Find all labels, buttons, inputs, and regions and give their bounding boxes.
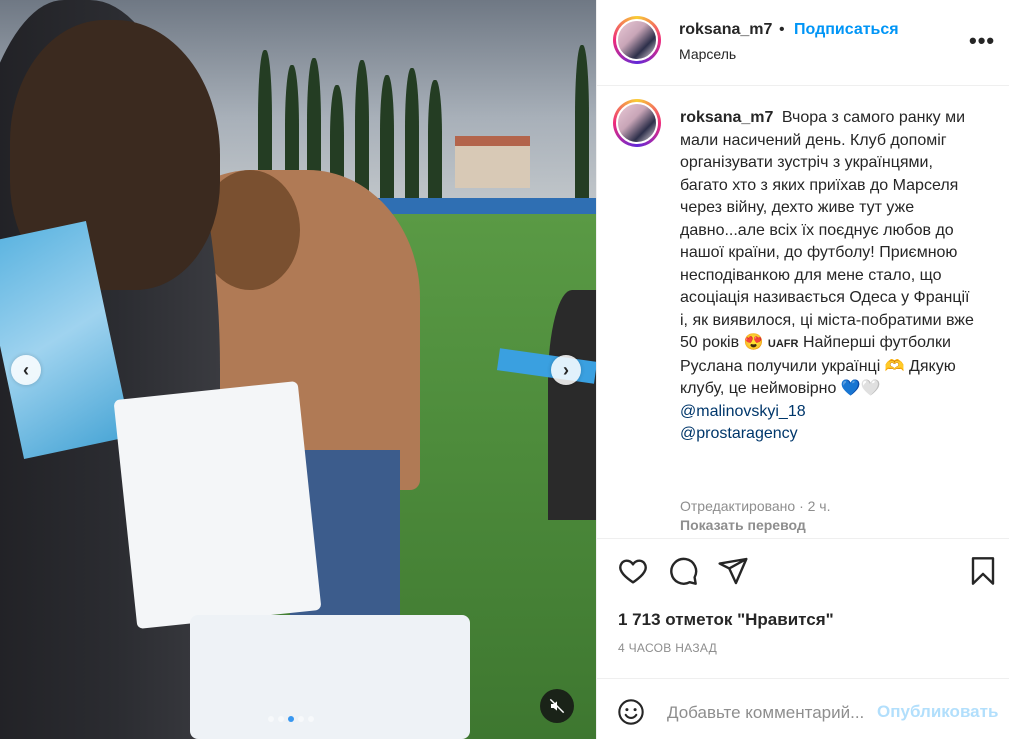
heart-icon[interactable] bbox=[617, 555, 649, 587]
media-tree bbox=[575, 45, 589, 205]
post-media[interactable]: ‹ › bbox=[0, 0, 596, 739]
carousel-prev-button[interactable]: ‹ bbox=[11, 355, 41, 385]
carousel-dot bbox=[298, 716, 304, 722]
caption-badge: UAFR bbox=[767, 338, 799, 350]
publish-button[interactable]: Опубликовать bbox=[877, 702, 998, 722]
caption-hearts: 💙🤍 bbox=[840, 380, 881, 397]
mention-link[interactable]: @prostaragency bbox=[680, 423, 980, 446]
carousel-dot bbox=[268, 716, 274, 722]
edited-timestamp: Отредактировано · 2 ч. bbox=[680, 498, 831, 514]
separator-dot: • bbox=[779, 21, 785, 38]
post-time: 4 ЧАСОВ НАЗАД bbox=[618, 641, 718, 655]
carousel-dot bbox=[288, 716, 294, 722]
comment-icon[interactable] bbox=[667, 555, 699, 587]
carousel-next-button[interactable]: › bbox=[551, 355, 581, 385]
action-bar bbox=[597, 545, 1009, 597]
share-icon[interactable] bbox=[717, 555, 749, 587]
media-tree bbox=[405, 68, 419, 205]
carousel-dot bbox=[278, 716, 284, 722]
post-header: roksana_m7 • Подписаться Марсель ••• bbox=[597, 0, 1009, 86]
author-username[interactable]: roksana_m7 bbox=[679, 21, 772, 39]
likes-count[interactable]: 1 713 отметок "Нравится" bbox=[618, 610, 834, 630]
follow-button[interactable]: Подписаться bbox=[794, 21, 899, 39]
speaker-muted-icon bbox=[549, 698, 565, 714]
media-house bbox=[455, 136, 530, 188]
comment-input[interactable] bbox=[667, 701, 872, 725]
carousel-dots bbox=[268, 716, 314, 722]
chevron-right-icon: › bbox=[563, 360, 569, 380]
bookmark-icon[interactable] bbox=[967, 555, 999, 587]
avatar[interactable] bbox=[613, 16, 661, 64]
comment-bar: Опубликовать bbox=[597, 678, 1009, 739]
caption-username[interactable]: roksana_m7 bbox=[680, 109, 773, 126]
caption-area: roksana_m7 Вчора з самого ранку ми мали … bbox=[597, 87, 1009, 539]
more-options-icon[interactable]: ••• bbox=[969, 28, 995, 54]
caption-text: roksana_m7 Вчора з самого ранку ми мали … bbox=[680, 107, 980, 446]
media-jersey-bottom bbox=[190, 615, 470, 739]
location-link[interactable]: Марсель bbox=[679, 46, 736, 62]
carousel-dot bbox=[308, 716, 314, 722]
media-tree bbox=[428, 80, 442, 205]
chevron-left-icon: ‹ bbox=[23, 360, 29, 380]
media-tree bbox=[380, 75, 394, 205]
mention-link[interactable]: @malinovskyi_18 bbox=[680, 401, 980, 424]
mute-button[interactable] bbox=[540, 689, 574, 723]
avatar[interactable] bbox=[613, 99, 661, 147]
show-translation-link[interactable]: Показать перевод bbox=[680, 517, 806, 533]
emoji-icon[interactable] bbox=[617, 698, 645, 726]
caption-body: Вчора з самого ранку ми мали насичений д… bbox=[680, 109, 974, 351]
media-jersey bbox=[113, 380, 322, 630]
post-panel: roksana_m7 • Подписаться Марсель ••• rok… bbox=[596, 0, 1009, 739]
media-person-right bbox=[548, 290, 596, 520]
